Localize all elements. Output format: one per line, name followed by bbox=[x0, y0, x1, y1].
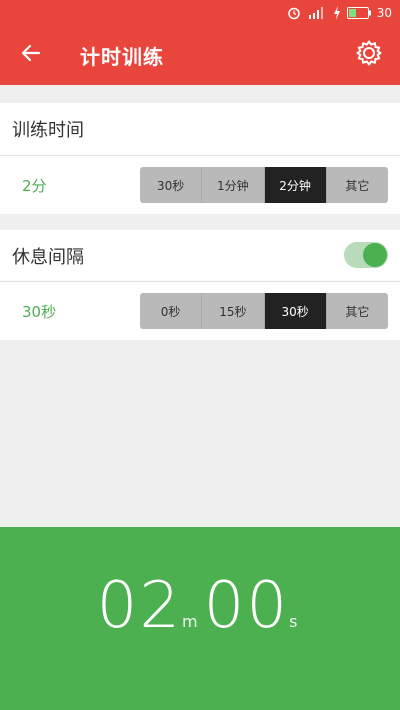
training-option-30s[interactable]: 30秒 bbox=[140, 167, 203, 203]
training-time-segmented-control: 30秒 1分钟 2分钟 其它 bbox=[140, 167, 388, 203]
rest-interval-value: 30秒 bbox=[22, 302, 57, 321]
training-time-row: 2分 30秒 1分钟 2分钟 其它 bbox=[0, 156, 400, 214]
rest-interval-segmented-control: 0秒 15秒 30秒 其它 bbox=[140, 293, 388, 329]
battery-icon bbox=[346, 6, 371, 19]
gear-icon bbox=[355, 39, 383, 71]
rest-interval-row: 30秒 0秒 15秒 30秒 其它 bbox=[0, 282, 400, 340]
status-bar: 30 bbox=[0, 0, 400, 25]
timer-seconds-unit: s bbox=[289, 611, 298, 631]
rest-interval-header: 休息间隔 bbox=[0, 230, 400, 282]
rest-interval-label: 休息间隔 bbox=[12, 247, 84, 268]
rest-option-30s[interactable]: 30秒 bbox=[264, 293, 327, 329]
arrow-left-icon bbox=[21, 43, 41, 67]
page-title: 计时训练 bbox=[80, 44, 164, 69]
alarm-icon bbox=[287, 6, 301, 20]
toggle-knob bbox=[363, 243, 387, 267]
timer-minutes-unit: m bbox=[182, 611, 198, 631]
timer-seconds: 00 bbox=[203, 568, 290, 643]
battery-percent: 30 bbox=[376, 5, 392, 20]
training-time-label: 训练时间 bbox=[12, 120, 84, 141]
training-option-1min[interactable]: 1分钟 bbox=[202, 167, 265, 203]
timer-display: 02 m 00 s bbox=[0, 527, 400, 710]
timer-minutes: 02 bbox=[96, 568, 183, 643]
rest-option-0s[interactable]: 0秒 bbox=[140, 293, 203, 329]
training-option-2min[interactable]: 2分钟 bbox=[264, 167, 327, 203]
settings-button[interactable] bbox=[352, 38, 386, 72]
app-bar: 计时训练 bbox=[0, 25, 400, 85]
training-time-header: 训练时间 bbox=[0, 103, 400, 155]
signal-icon bbox=[307, 6, 327, 20]
rest-option-15s[interactable]: 15秒 bbox=[202, 293, 265, 329]
training-time-value: 2分 bbox=[22, 176, 47, 195]
back-button[interactable] bbox=[0, 25, 62, 85]
rest-option-other[interactable]: 其它 bbox=[327, 293, 388, 329]
charging-icon bbox=[333, 5, 341, 20]
rest-interval-toggle[interactable] bbox=[344, 242, 388, 268]
training-option-other[interactable]: 其它 bbox=[327, 167, 388, 203]
